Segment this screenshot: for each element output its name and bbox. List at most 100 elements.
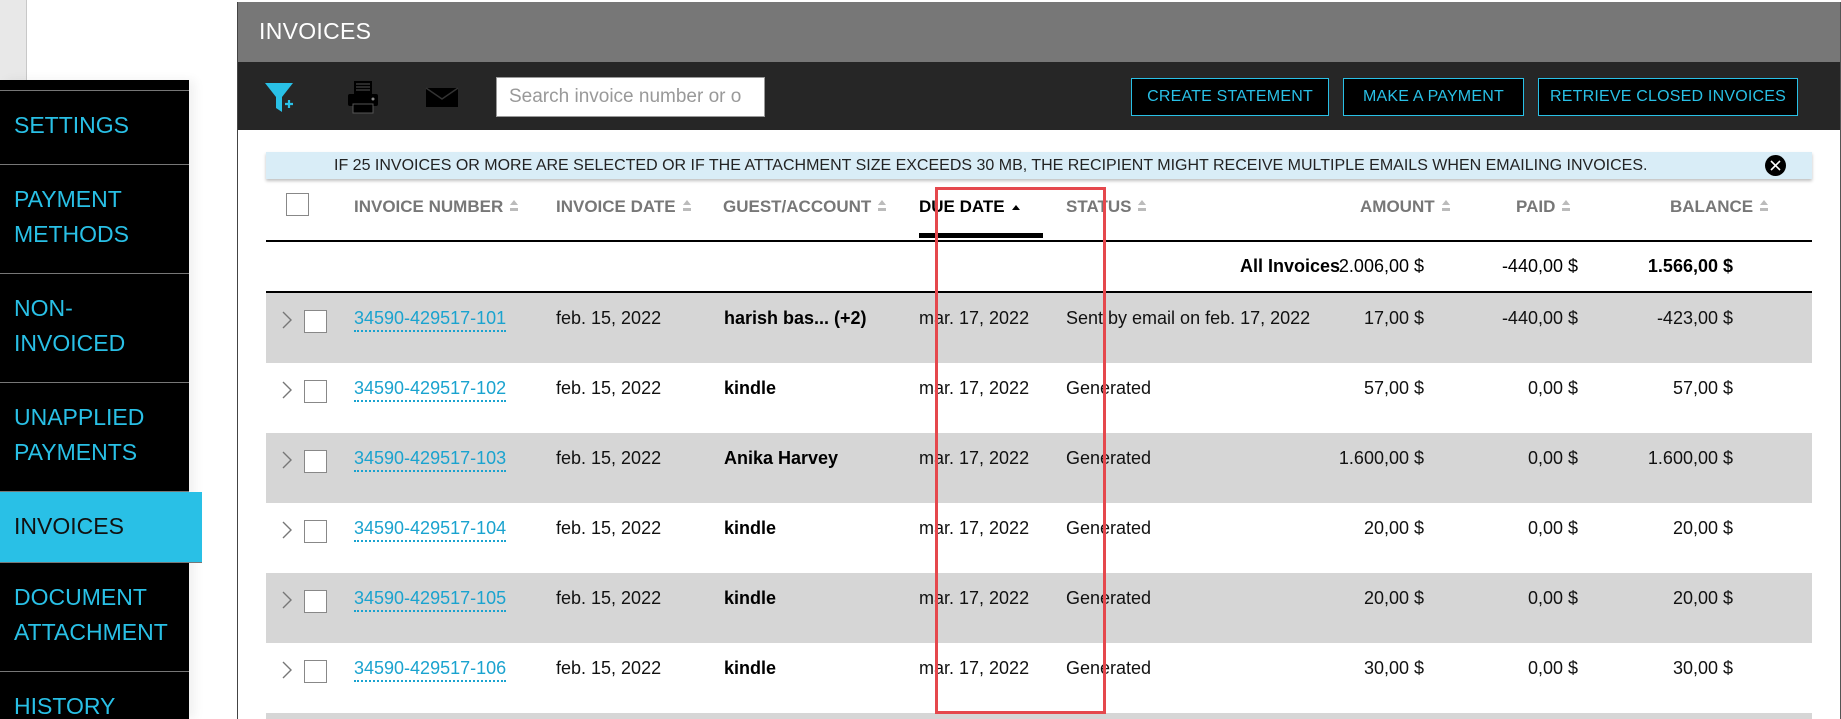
next-row-partial — [266, 713, 1812, 719]
sidebar-item-invoices[interactable]: INVOICES — [0, 492, 202, 563]
invoice-number-link[interactable]: 34590-429517-106 — [354, 658, 507, 682]
table-row[interactable]: 34590-429517-105 feb. 15, 2022 kindle ma… — [266, 573, 1812, 643]
invoice-number-link[interactable]: 34590-429517-103 — [354, 448, 507, 472]
sidebar-item-label: HISTORY — [14, 693, 116, 719]
sort-icon — [1561, 198, 1571, 218]
totals-row: All Invoices 2.006,00 $ -440,00 $ 1.566,… — [266, 242, 1812, 293]
sidebar-item-label: SETTINGS — [14, 112, 130, 138]
invoice-number-link[interactable]: 34590-429517-101 — [354, 308, 507, 332]
column-header-status[interactable]: STATUS — [1066, 197, 1147, 218]
table-header: INVOICE NUMBER INVOICE DATE GUEST/ACCOUN… — [266, 187, 1812, 242]
status: Generated — [1066, 448, 1152, 468]
invoice-date: feb. 15, 2022 — [556, 448, 662, 468]
chevron-right-icon[interactable] — [280, 380, 294, 400]
invoice-date: feb. 15, 2022 — [556, 518, 662, 538]
column-header-guest-account[interactable]: GUEST/ACCOUNT — [723, 197, 887, 218]
sidebar-item-settings[interactable]: SETTINGS — [0, 91, 189, 165]
sidebar-item-label: INVOICES — [14, 513, 124, 539]
chevron-right-icon[interactable] — [280, 450, 294, 470]
sort-icon — [1137, 198, 1147, 218]
due-date: mar. 17, 2022 — [919, 308, 1030, 328]
status: Generated — [1066, 658, 1152, 678]
select-all-checkbox[interactable] — [286, 193, 309, 216]
table-row[interactable]: 34590-429517-101 feb. 15, 2022 harish ba… — [266, 293, 1812, 363]
sort-ascending-icon — [1011, 198, 1021, 218]
filter-add-icon[interactable] — [263, 80, 297, 114]
column-label: STATUS — [1066, 197, 1132, 216]
amount: 17,00 $ — [1363, 308, 1424, 328]
guest-account: Anika Harvey — [724, 448, 839, 468]
guest-account: kindle — [724, 518, 777, 538]
totals-paid: -440,00 $ — [1501, 256, 1578, 276]
totals-balance: 1.566,00 $ — [1647, 256, 1733, 276]
column-header-due-date[interactable]: DUE DATE — [919, 197, 1043, 238]
status: Generated — [1066, 378, 1152, 398]
invoice-number-link[interactable]: 34590-429517-104 — [354, 518, 507, 542]
sidebar-item-label: ATTACHMENT — [14, 619, 168, 645]
row-checkbox[interactable] — [304, 450, 327, 473]
amount: 20,00 $ — [1363, 518, 1424, 538]
search-input[interactable] — [496, 77, 765, 117]
row-checkbox[interactable] — [304, 520, 327, 543]
sort-icon — [877, 198, 887, 218]
balance: 20,00 $ — [1672, 518, 1733, 538]
sidebar-item-unapplied-payments[interactable]: UNAPPLIED PAYMENTS — [0, 383, 189, 492]
guest-account: kindle — [724, 588, 777, 608]
table-row[interactable]: 34590-429517-103 feb. 15, 2022 Anika Har… — [266, 433, 1812, 503]
invoice-date: feb. 15, 2022 — [556, 658, 662, 678]
app-root: SETTINGS PAYMENT METHODS NON- INVOICED U… — [0, 0, 1841, 719]
column-label: INVOICE DATE — [556, 197, 676, 216]
amount: 1.600,00 $ — [1338, 448, 1424, 468]
chevron-right-icon[interactable] — [280, 310, 294, 330]
chevron-right-icon[interactable] — [280, 590, 294, 610]
table-row[interactable]: 34590-429517-102 feb. 15, 2022 kindle ma… — [266, 363, 1812, 433]
sidebar-item-payment-methods[interactable]: PAYMENT METHODS — [0, 165, 189, 274]
invoice-date: feb. 15, 2022 — [556, 588, 662, 608]
left-strip — [0, 0, 27, 80]
make-payment-button[interactable]: MAKE A PAYMENT — [1343, 78, 1524, 116]
paid: 0,00 $ — [1527, 518, 1578, 538]
invoice-number-link[interactable]: 34590-429517-102 — [354, 378, 507, 402]
retrieve-closed-invoices-button[interactable]: RETRIEVE CLOSED INVOICES — [1538, 78, 1798, 116]
row-checkbox[interactable] — [304, 590, 327, 613]
sort-icon — [682, 198, 692, 218]
chevron-right-icon[interactable] — [280, 520, 294, 540]
create-statement-button[interactable]: CREATE STATEMENT — [1131, 78, 1329, 116]
paid: 0,00 $ — [1527, 588, 1578, 608]
status: Generated — [1066, 588, 1152, 608]
chevron-right-icon[interactable] — [280, 660, 294, 680]
status: Generated — [1066, 518, 1152, 538]
sidebar-item-non-invoiced[interactable]: NON- INVOICED — [0, 274, 189, 383]
invoice-date: feb. 15, 2022 — [556, 378, 662, 398]
due-date: mar. 17, 2022 — [919, 658, 1030, 678]
guest-account: kindle — [724, 378, 777, 398]
sort-icon — [1759, 198, 1769, 218]
email-icon[interactable] — [425, 80, 459, 114]
sidebar-item-label: PAYMENT — [14, 186, 122, 212]
sidebar-item-label: PAYMENTS — [14, 439, 138, 465]
balance: 30,00 $ — [1672, 658, 1733, 678]
column-header-invoice-number[interactable]: INVOICE NUMBER — [354, 197, 519, 218]
table-row[interactable]: 34590-429517-104 feb. 15, 2022 kindle ma… — [266, 503, 1812, 573]
sidebar-item-document-attachment[interactable]: DOCUMENT ATTACHMENT — [0, 563, 189, 672]
column-label: INVOICE NUMBER — [354, 197, 504, 216]
sidebar: SETTINGS PAYMENT METHODS NON- INVOICED U… — [0, 80, 202, 719]
column-header-balance[interactable]: BALANCE — [1670, 197, 1769, 218]
row-checkbox[interactable] — [304, 380, 327, 403]
column-header-paid[interactable]: PAID — [1516, 197, 1571, 218]
toolbar: CREATE STATEMENT MAKE A PAYMENT RETRIEVE… — [238, 62, 1840, 130]
column-label: AMOUNT — [1360, 197, 1435, 216]
row-checkbox[interactable] — [304, 310, 327, 333]
row-checkbox[interactable] — [304, 660, 327, 683]
column-header-invoice-date[interactable]: INVOICE DATE — [556, 197, 692, 218]
table-row[interactable]: 34590-429517-106 feb. 15, 2022 kindle ma… — [266, 643, 1812, 713]
balance: 20,00 $ — [1672, 588, 1733, 608]
invoice-number-link[interactable]: 34590-429517-105 — [354, 588, 507, 612]
sort-icon — [509, 198, 519, 218]
sidebar-item-history[interactable]: HISTORY — [0, 672, 189, 719]
close-icon[interactable] — [1765, 155, 1786, 176]
banner-text: IF 25 INVOICES OR MORE ARE SELECTED OR I… — [334, 157, 1648, 174]
invoice-rows: 34590-429517-101 feb. 15, 2022 harish ba… — [266, 293, 1812, 713]
print-icon[interactable] — [346, 80, 380, 114]
column-header-amount[interactable]: AMOUNT — [1360, 197, 1451, 218]
